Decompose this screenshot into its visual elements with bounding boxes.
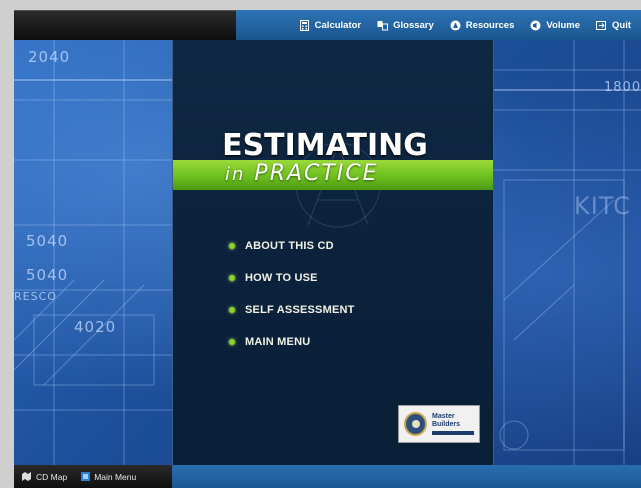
subtitle-prefix: in <box>225 164 246 185</box>
volume-icon <box>530 20 541 30</box>
logo-line-2: Builders <box>432 420 461 428</box>
blueprint-label: 4020 <box>74 318 117 336</box>
main-panel: ESTIMATING in PRACTICE ABOUT THIS CD HOW… <box>172 40 494 465</box>
bottom-dark-segment: CD Map Main Menu <box>14 465 172 488</box>
quit-label: Quit <box>612 19 631 31</box>
bullet-icon <box>229 307 235 313</box>
blueprint-label: RESCO <box>14 290 57 303</box>
main-menu-label: Main Menu <box>94 471 137 482</box>
subtitle-main: PRACTICE <box>254 161 379 186</box>
main-navigation: ABOUT THIS CD HOW TO USE SELF ASSESSMENT… <box>229 230 355 358</box>
bullet-icon <box>229 243 235 249</box>
seal-icon <box>404 412 427 436</box>
bullet-icon <box>229 339 235 345</box>
app-subtitle: in PRACTICE <box>225 161 379 186</box>
cd-map-label: CD Map <box>36 471 68 482</box>
blueprint-label: 1800 <box>604 80 641 95</box>
calculator-label: Calculator <box>314 19 362 31</box>
glossary-label: Glossary <box>393 19 434 31</box>
toolbar-dark-segment <box>14 10 236 40</box>
top-toolbar: Calculator Glossary Resources Volume Qui… <box>14 10 641 40</box>
nav-label: SELF ASSESSMENT <box>245 304 355 316</box>
cd-map-button[interactable]: CD Map <box>22 472 67 482</box>
toolbar-menu: Calculator Glossary Resources Volume Qui… <box>236 10 641 40</box>
master-builders-logo: Master Builders <box>398 405 480 443</box>
nav-label: MAIN MENU <box>245 336 311 348</box>
calculator-icon <box>299 19 309 31</box>
volume-label: Volume <box>546 19 580 31</box>
glossary-button[interactable]: Glossary <box>377 20 434 31</box>
glossary-icon <box>377 20 389 30</box>
app-title: ESTIMATING <box>222 128 428 163</box>
menu-icon <box>81 472 91 481</box>
blueprint-label: 2040 <box>28 48 71 66</box>
resources-label: Resources <box>465 19 515 31</box>
nav-label: ABOUT THIS CD <box>245 240 334 252</box>
app-window: Calculator Glossary Resources Volume Qui… <box>0 0 641 488</box>
quit-button[interactable]: Quit <box>596 20 631 31</box>
resources-icon <box>450 20 461 30</box>
bottom-toolbar: CD Map Main Menu <box>14 465 641 488</box>
logo-line-1: Master <box>432 413 455 421</box>
nav-label: HOW TO USE <box>245 272 318 284</box>
resources-button[interactable]: Resources <box>450 19 515 31</box>
nav-main-menu[interactable]: MAIN MENU <box>229 326 355 358</box>
quit-icon <box>596 20 606 30</box>
bullet-icon <box>229 275 235 281</box>
nav-how-to-use[interactable]: HOW TO USE <box>229 262 355 294</box>
nav-about-this-cd[interactable]: ABOUT THIS CD <box>229 230 355 262</box>
bottom-blue-segment <box>172 465 641 488</box>
blueprint-label: 5040 <box>26 232 69 250</box>
main-menu-button[interactable]: Main Menu <box>81 472 136 482</box>
calculator-button[interactable]: Calculator <box>299 19 362 31</box>
map-icon <box>22 472 31 481</box>
nav-self-assessment[interactable]: SELF ASSESSMENT <box>229 294 355 326</box>
blueprint-label: KITC <box>574 192 631 220</box>
logo-stripe <box>432 430 474 435</box>
volume-button[interactable]: Volume <box>530 20 580 31</box>
blueprint-label: 5040 <box>26 266 69 284</box>
